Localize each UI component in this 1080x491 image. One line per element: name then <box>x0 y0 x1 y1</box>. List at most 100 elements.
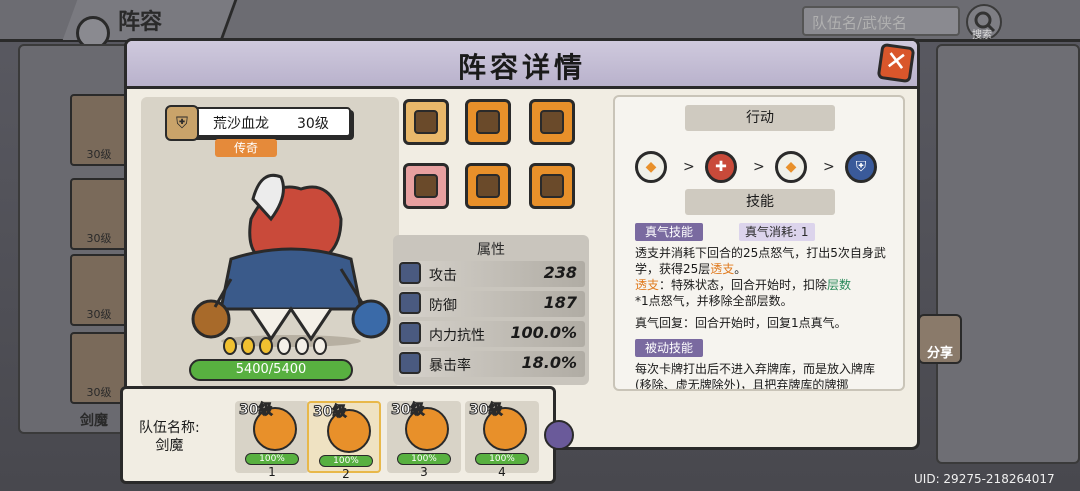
equipment-slot[interactable] <box>465 99 511 145</box>
zhenqi-skill-tag: 真气技能 <box>635 223 704 241</box>
team-name-label: 队伍名称: <box>139 420 200 436</box>
bracer-icon <box>476 174 500 198</box>
card-level: 30级 <box>86 386 112 399</box>
bead-necklace-icon <box>540 174 564 198</box>
share-button[interactable]: 分享 <box>918 314 962 364</box>
rage-orb-filled-icon <box>223 337 237 355</box>
equipment-slot[interactable] <box>529 163 575 209</box>
team-name-block: 队伍名称: 剑魔 <box>139 419 200 455</box>
slot-hp-bar: 100% <box>397 453 451 465</box>
uid-text: UID: 29275-218264017 <box>914 472 1055 486</box>
arrow-right-icon: > <box>753 159 765 175</box>
close-x-icon: ✕ <box>883 45 910 79</box>
team-slot[interactable]: 30级 100% 1 <box>235 401 309 479</box>
arrow-right-icon: > <box>823 159 835 175</box>
card-level: 30级 <box>86 232 112 245</box>
mace-weapon-icon <box>414 110 438 134</box>
desc-text: *1点怒气，并移除全部层数。 <box>635 294 793 308</box>
attr-value: 18.0% <box>521 353 577 372</box>
equipment-slot[interactable] <box>403 99 449 145</box>
team-slot[interactable]: 30级 100% 4 <box>465 401 539 479</box>
bird-icon[interactable]: ◆ <box>775 151 807 183</box>
sword-icon <box>399 262 421 284</box>
rage-orb-empty-icon <box>295 337 309 355</box>
attr-label: 暴击率 <box>429 358 471 374</box>
attr-label: 攻击 <box>429 268 457 284</box>
swirl-icon <box>399 322 421 344</box>
team-edit-button[interactable] <box>544 420 574 450</box>
desc-text: 透支并消耗下回合的25点怒气，打出5次自身武学，获得25层 <box>635 246 886 276</box>
slot-level: 30级 <box>390 402 425 419</box>
arrow-right-icon: > <box>683 159 695 175</box>
bird-icon[interactable]: ◆ <box>635 151 667 183</box>
rarity-badge: 传奇 <box>215 139 277 157</box>
desc-keyword: 层数 <box>827 278 852 292</box>
boots-icon <box>414 174 438 198</box>
skill-title: 技能 <box>685 189 835 215</box>
attr-label: 内力抗性 <box>429 328 485 344</box>
search-label: 搜索 <box>972 30 992 41</box>
action-sequence: ◆ > ✚ > ◆ > ⛨ <box>635 151 895 185</box>
hero-portrait <box>191 173 391 347</box>
slot-hp-bar: 100% <box>319 455 373 467</box>
attr-row-resist: 内力抗性 100.0% <box>399 321 585 347</box>
rage-orb-empty-icon <box>277 337 291 355</box>
rage-orbs <box>223 337 333 357</box>
zhenqi-cost-tag: 真气消耗: 1 <box>739 223 815 241</box>
equipment-slot[interactable] <box>529 99 575 145</box>
team-slot[interactable]: 30级 100% 3 <box>387 401 461 479</box>
slot-level: 30级 <box>238 402 273 419</box>
attributes-panel: 属性 攻击 238 防御 187 内力抗性 100.0% 暴击率 18.0% <box>393 235 589 385</box>
hp-bar: 5400/5400 <box>189 359 353 381</box>
hero-level: 30级 <box>297 116 329 132</box>
slot-number: 2 <box>342 467 350 481</box>
equipment-slot[interactable] <box>403 163 449 209</box>
attributes-title: 属性 <box>477 242 505 258</box>
hat-icon <box>476 110 500 134</box>
slot-hp-bar: 100% <box>475 453 529 465</box>
close-button[interactable]: ✕ <box>876 42 916 84</box>
card-level: 30级 <box>86 148 112 161</box>
game-screen: { "background": { "title": "阵容", "search… <box>0 0 1080 491</box>
right-bg-panel <box>936 44 1080 464</box>
action-skill-panel: 行动 ◆ > ✚ > ◆ > ⛨ 技能 真气技能 真气消耗: 1 透支并消耗下回… <box>613 95 905 391</box>
attr-value: 187 <box>543 293 577 312</box>
team-bar: 队伍名称: 剑魔 30级 100% 1 30级 100% 2 30级 100% 3 30级 100%… <box>120 386 556 484</box>
equipment-slot[interactable] <box>465 163 511 209</box>
shield-icon <box>399 292 421 314</box>
hero-name-plate: ⛨ 荒沙血龙 30级 <box>165 105 351 141</box>
rage-orb-empty-icon <box>313 337 327 355</box>
slot-number: 1 <box>268 465 276 479</box>
search-input[interactable]: 队伍名/武侠名 <box>802 6 960 36</box>
team-list-card[interactable]: 30级 <box>70 94 128 166</box>
team-list-card[interactable]: 30级 <box>70 178 128 250</box>
modal-title: 阵容详情 <box>457 51 586 84</box>
desc-text: ：特殊状态，回合开始时，扣除 <box>659 278 828 292</box>
team-list-card[interactable]: 30级 <box>70 254 128 326</box>
team-name-value: 剑魔 <box>155 438 184 454</box>
attr-row-crit: 暴击率 18.0% <box>399 351 585 377</box>
hp-text: 5400/5400 <box>235 362 307 377</box>
shield-icon[interactable]: ⛨ <box>845 151 877 183</box>
rage-orb-filled-icon <box>241 337 255 355</box>
crit-icon <box>399 352 421 374</box>
passive-skill-tag: 被动技能 <box>635 339 704 357</box>
page-title: 阵容 <box>118 10 163 35</box>
action-title: 行动 <box>685 105 835 131</box>
armor-icon <box>540 110 564 134</box>
hero-name: 荒沙血龙 <box>213 116 269 132</box>
passive-skill-desc: 每次卡牌打出后不进入弃牌库，而是放入牌库(移除、虚无牌除外)，且把弃牌库的牌挪 <box>635 362 876 391</box>
attr-label: 防御 <box>429 298 457 314</box>
zhenqi-skill-desc: 透支并消耗下回合的25点怒气，打出5次自身武学，获得25层透支。 透支：特殊状态… <box>635 245 889 309</box>
desc-keyword: 透支 <box>635 278 660 292</box>
share-label: 分享 <box>926 346 953 361</box>
slot-hp-bar: 100% <box>245 453 299 465</box>
team-slot[interactable]: 30级 100% 2 <box>307 401 381 481</box>
desc-text: 。 <box>734 262 747 276</box>
blade-icon[interactable]: ✚ <box>705 151 737 183</box>
attr-value: 238 <box>543 263 577 282</box>
modal-header: 阵容详情 ✕ <box>127 41 917 89</box>
slot-level: 30级 <box>468 402 503 419</box>
slot-level: 30级 <box>312 404 347 421</box>
attr-value: 100.0% <box>510 323 577 342</box>
